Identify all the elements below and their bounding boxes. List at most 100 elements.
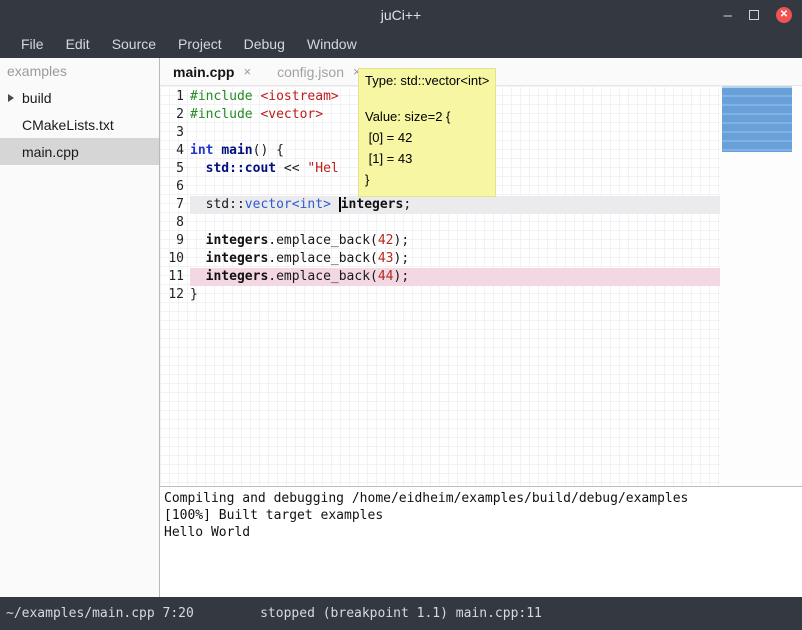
- code-token: integers: [341, 197, 404, 212]
- restore-icon[interactable]: [749, 10, 759, 20]
- code-token: std::cout: [206, 161, 276, 176]
- code-token: [190, 251, 206, 266]
- status-file-position: ~/examples/main.cpp 7:20: [0, 606, 194, 621]
- window-controls: – ✕: [724, 0, 792, 30]
- code-text: }: [190, 286, 720, 304]
- chevron-right-icon[interactable]: [8, 94, 14, 102]
- code-text: [190, 214, 720, 232]
- tooltip-value-line: Value: size=2 {: [365, 106, 489, 127]
- code-line[interactable]: 9 integers.emplace_back(42);: [160, 232, 720, 250]
- file-sidebar: examples build CMakeLists.txt main.cpp: [0, 58, 160, 597]
- tab-config-json[interactable]: config.json×: [277, 64, 361, 80]
- code-line[interactable]: 7 std::vector<int> integers;: [160, 196, 720, 214]
- code-text: integers.emplace_back(42);: [190, 232, 720, 250]
- code-token: ::: [229, 197, 245, 212]
- code-token: <<: [276, 161, 307, 176]
- tab-main-cpp[interactable]: main.cpp ×: [173, 64, 251, 80]
- code-token: "Hel: [307, 161, 338, 176]
- menu-item-window[interactable]: Window: [296, 36, 368, 52]
- code-token: .emplace_back(: [268, 233, 378, 248]
- tooltip-value-line: }: [365, 169, 489, 190]
- code-token: );: [394, 233, 410, 248]
- line-number: 9: [160, 232, 190, 250]
- project-name: examples: [0, 58, 159, 84]
- code-token: [190, 161, 206, 176]
- line-number: 11: [160, 268, 190, 286]
- terminal-line: Compiling and debugging /home/eidheim/ex…: [164, 490, 802, 507]
- code-line[interactable]: 8: [160, 214, 720, 232]
- menu-item-debug[interactable]: Debug: [233, 36, 296, 52]
- code-token: ;: [403, 197, 411, 212]
- code-token: #include: [190, 89, 260, 104]
- title-bar: juCi++ – ✕: [0, 0, 802, 30]
- menu-item-source[interactable]: Source: [101, 36, 167, 52]
- menu-bar: FileEditSourceProjectDebugWindow: [0, 30, 802, 58]
- tree-item-build[interactable]: build: [0, 84, 159, 111]
- code-token: 44: [378, 269, 394, 284]
- code-token: );: [394, 269, 410, 284]
- tooltip-value-line: [0] = 42: [365, 127, 489, 148]
- code-token: #include: [190, 107, 260, 122]
- code-token: }: [190, 287, 198, 302]
- terminal-line: [100%] Built target examples: [164, 507, 802, 524]
- code-token: std: [206, 197, 229, 212]
- code-token: integers: [206, 269, 269, 284]
- line-number: 6: [160, 178, 190, 196]
- code-token: );: [394, 251, 410, 266]
- code-token: .emplace_back(: [268, 269, 378, 284]
- code-token: vector<int>: [245, 197, 331, 212]
- menu-item-project[interactable]: Project: [167, 36, 233, 52]
- code-token: <vector>: [260, 107, 323, 122]
- scroll-overview-track[interactable]: [720, 86, 802, 486]
- code-token: int: [190, 143, 213, 158]
- code-line[interactable]: 11 integers.emplace_back(44);: [160, 268, 720, 286]
- code-token: 43: [378, 251, 394, 266]
- terminal-output[interactable]: Compiling and debugging /home/eidheim/ex…: [160, 486, 802, 597]
- tree-item-label: CMakeLists.txt: [22, 117, 114, 133]
- tree-item-main-cpp[interactable]: main.cpp: [0, 138, 159, 165]
- line-number: 3: [160, 124, 190, 142]
- tree-item-label: main.cpp: [22, 144, 79, 160]
- app-window: juCi++ – ✕ FileEditSourceProjectDebugWin…: [0, 0, 802, 630]
- code-token: 42: [378, 233, 394, 248]
- code-token: () {: [253, 143, 284, 158]
- tab-label: main.cpp: [173, 64, 234, 80]
- code-token: main: [221, 143, 252, 158]
- file-tree[interactable]: build CMakeLists.txt main.cpp: [0, 84, 159, 165]
- terminal-line: Hello World: [164, 524, 802, 541]
- code-token: <iostream>: [260, 89, 338, 104]
- tree-item-cmakelists-txt[interactable]: CMakeLists.txt: [0, 111, 159, 138]
- tab-close-icon[interactable]: ×: [243, 64, 251, 79]
- close-icon[interactable]: ✕: [776, 7, 792, 23]
- code-token: .emplace_back(: [268, 251, 378, 266]
- code-text: std::vector<int> integers;: [190, 196, 720, 214]
- menu-item-edit[interactable]: Edit: [55, 36, 101, 52]
- code-token: [190, 233, 206, 248]
- code-token: [190, 269, 206, 284]
- tooltip-type-line: Type: std::vector<int>: [365, 73, 489, 88]
- window-title: juCi++: [0, 7, 802, 23]
- line-number: 8: [160, 214, 190, 232]
- code-token: integers: [206, 233, 269, 248]
- line-number: 5: [160, 160, 190, 178]
- line-number: 12: [160, 286, 190, 304]
- menu-item-file[interactable]: File: [10, 36, 55, 52]
- minimize-icon[interactable]: –: [724, 8, 732, 23]
- debug-value-tooltip: Type: std::vector<int> Value: size=2 { […: [358, 68, 496, 197]
- tooltip-value: Value: size=2 { [0] = 42 [1] = 43}: [365, 106, 489, 190]
- code-line[interactable]: 12}: [160, 286, 720, 304]
- line-number: 1: [160, 88, 190, 106]
- line-number: 7: [160, 196, 190, 214]
- line-number: 10: [160, 250, 190, 268]
- code-line[interactable]: 10 integers.emplace_back(43);: [160, 250, 720, 268]
- line-number: 2: [160, 106, 190, 124]
- scroll-overview-thumb[interactable]: [722, 86, 792, 152]
- tree-item-label: build: [22, 90, 52, 106]
- code-text: integers.emplace_back(43);: [190, 250, 720, 268]
- code-token: integers: [206, 251, 269, 266]
- code-token: [331, 197, 339, 212]
- code-token: [190, 197, 206, 212]
- tab-label: config.json: [277, 64, 344, 80]
- status-bar: ~/examples/main.cpp 7:20 stopped (breakp…: [0, 597, 802, 630]
- tooltip-value-line: [1] = 43: [365, 148, 489, 169]
